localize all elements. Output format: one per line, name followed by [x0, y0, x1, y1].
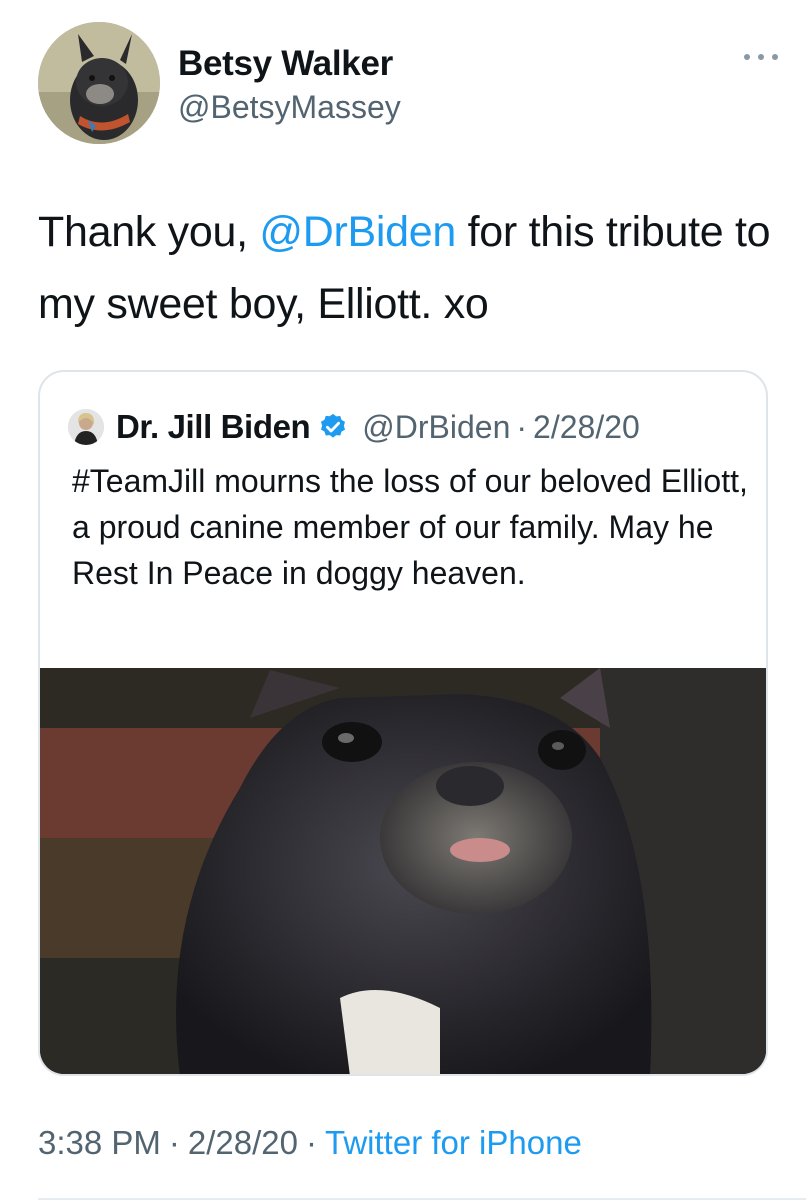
quoted-tweet-text: #TeamJill mourns the loss of our beloved… — [72, 463, 748, 591]
quoted-author-avatar[interactable] — [68, 409, 104, 445]
dog-photo-image — [40, 668, 766, 1074]
tweet-source-link[interactable]: Twitter for iPhone — [325, 1124, 582, 1161]
dog-photo[interactable] — [40, 668, 766, 1074]
quoted-tweet-card[interactable]: Dr. Jill Biden @DrBiden · 2/28/20 #TeamJ… — [38, 370, 768, 1076]
mention-link[interactable]: @DrBiden — [259, 208, 456, 256]
quoted-date[interactable]: 2/28/20 — [533, 409, 640, 446]
tweet-time[interactable]: 3:38 PM — [38, 1124, 161, 1161]
author-display-name[interactable]: Betsy Walker — [178, 44, 401, 84]
author-avatar[interactable] — [38, 22, 160, 144]
footer-separator-2: · — [306, 1124, 318, 1161]
quoted-separator: · — [516, 408, 528, 445]
quoted-tweet-header: Dr. Jill Biden @DrBiden · 2/28/20 — [68, 404, 640, 450]
tweet-date[interactable]: 2/28/20 — [188, 1124, 298, 1161]
tweet-header: Betsy Walker @BetsyMassey — [38, 22, 778, 146]
verified-badge-icon — [321, 413, 346, 438]
person-avatar-image — [68, 409, 104, 445]
quoted-handle[interactable]: @DrBiden — [362, 409, 510, 446]
dog-avatar-image — [38, 22, 160, 144]
tweet-text-start: Thank you, — [38, 208, 260, 256]
tweet-footer: 3:38 PM · 2/28/20 · Twitter for iPhone — [38, 1124, 582, 1162]
more-icon[interactable] — [744, 50, 778, 64]
author-handle[interactable]: @BetsyMassey — [178, 85, 401, 129]
footer-separator: · — [168, 1124, 180, 1161]
quoted-display-name[interactable]: Dr. Jill Biden — [116, 408, 311, 446]
tweet-text: Thank you, @DrBiden for this tribute to … — [38, 196, 778, 340]
